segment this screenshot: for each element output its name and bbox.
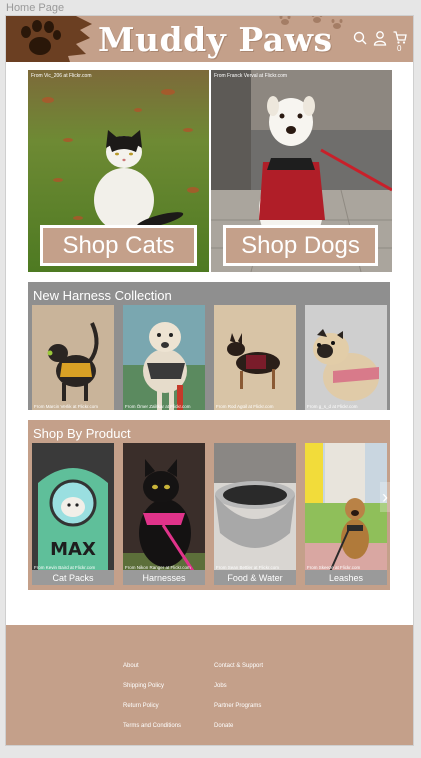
hero-dogs[interactable]: From Franck Verval at Flickr.com Shop Do… — [211, 70, 392, 272]
photo-credit: From Vic_206 at Flickr.com — [31, 73, 92, 79]
harness-item-2[interactable]: From Ömer Zalitkar at Flickr.com — [123, 305, 205, 410]
section-title: New Harness Collection — [33, 288, 172, 303]
harness-cat-photo — [123, 443, 205, 585]
cart-button[interactable]: 0 — [393, 30, 407, 54]
hero-cats[interactable]: From Vic_206 at Flickr.com Shop Cats — [28, 70, 209, 272]
footer-link-about[interactable]: About — [123, 663, 139, 669]
footer-link-jobs[interactable]: Jobs — [214, 683, 227, 689]
product-harnesses[interactable]: From Nikon Ranger at Flickr.com Harnesse… — [123, 443, 205, 585]
product-label[interactable]: Leashes — [305, 570, 387, 585]
product-label[interactable]: Harnesses — [123, 570, 205, 585]
page-frame: Muddy Paws 0 From Vic_206 at Flickr.com … — [5, 15, 414, 746]
product-leashes[interactable]: From Skeeze at Flickr.com Leashes — [305, 443, 387, 585]
search-icon[interactable] — [353, 30, 367, 46]
site-header: Muddy Paws 0 — [6, 16, 413, 62]
photo-credit: From Ömer Zalitkar at Flickr.com — [125, 404, 191, 409]
product-label[interactable]: Food & Water — [214, 570, 296, 585]
footer-link-partners[interactable]: Partner Programs — [214, 703, 261, 709]
harness-collection: New Harness Collection From Marcin Verli… — [28, 282, 390, 410]
page-label: Home Page — [6, 2, 65, 14]
footer-link-terms[interactable]: Terms and Conditions — [123, 723, 181, 729]
photo-credit: From Rod Agüil at Flickr.com — [216, 404, 274, 409]
photo-credit: From g_s_d at Flickr.com — [307, 404, 358, 409]
decorative-paws-icon — [279, 16, 343, 29]
carousel-next-arrow[interactable]: › — [380, 482, 390, 512]
cat-pack-photo: MAX — [32, 443, 114, 585]
bowl-photo — [214, 443, 296, 585]
product-food-water[interactable]: From Sean Bettler at Flickr.com Food & W… — [214, 443, 296, 585]
site-footer: About Shipping Policy Return Policy Term… — [6, 625, 413, 745]
shop-by-product: Shop By Product MAX From Kevin Baird at … — [28, 420, 390, 590]
harness-photo — [305, 305, 387, 410]
footer-link-donate[interactable]: Donate — [214, 723, 233, 729]
paw-logo-icon — [6, 16, 92, 62]
product-cat-packs[interactable]: MAX From Kevin Baird at Flickr.com Cat P… — [32, 443, 114, 585]
photo-credit: From Marcin Verlik at Flickr.com — [34, 404, 99, 409]
cart-count: 0 — [397, 44, 402, 53]
footer-link-contact[interactable]: Contact & Support — [214, 663, 263, 669]
footer-link-shipping[interactable]: Shipping Policy — [123, 683, 164, 689]
harness-photo — [214, 305, 296, 410]
section-title: Shop By Product — [33, 426, 131, 441]
harness-photo — [123, 305, 205, 410]
harness-photo — [32, 305, 114, 410]
harness-item-3[interactable]: From Rod Agüil at Flickr.com — [214, 305, 296, 410]
leash-dog-photo — [305, 443, 387, 585]
footer-link-returns[interactable]: Return Policy — [123, 703, 159, 709]
svg-text:MAX: MAX — [50, 539, 96, 560]
shop-cats-button[interactable]: Shop Cats — [40, 225, 197, 266]
product-label[interactable]: Cat Packs — [32, 570, 114, 585]
photo-credit: From Franck Verval at Flickr.com — [214, 73, 288, 79]
harness-item-4[interactable]: From g_s_d at Flickr.com — [305, 305, 387, 410]
account-icon[interactable] — [373, 30, 387, 46]
harness-item-1[interactable]: From Marcin Verlik at Flickr.com — [32, 305, 114, 410]
shop-dogs-button[interactable]: Shop Dogs — [223, 225, 378, 266]
